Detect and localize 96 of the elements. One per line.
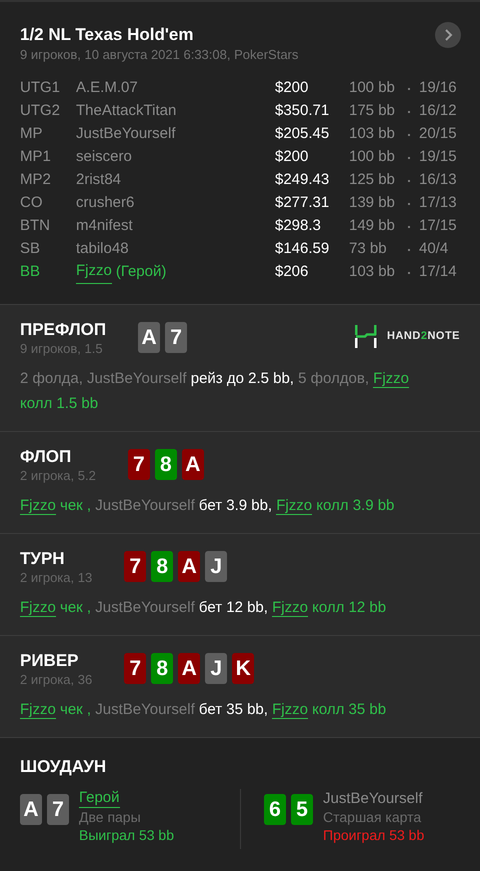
playing-card: 8 <box>151 551 174 582</box>
next-button[interactable] <box>435 22 461 48</box>
player-stats: 16/13 <box>419 170 457 190</box>
player-stats: 17/14 <box>419 262 457 282</box>
playing-card: 7 <box>124 653 146 684</box>
action-summary: Fjzzo чек , JustBeYourself бет 35 bb, Fjzzo колл 35 bb <box>20 700 388 721</box>
street-title: ПРЕФЛОП <box>20 320 106 340</box>
player-name: 2rist84 <box>76 170 122 190</box>
street-subtitle: 2 игрока, 36 <box>20 671 92 688</box>
playing-card: 7 <box>47 794 69 825</box>
position-label: SB <box>20 239 42 260</box>
stack-amount: $277.31 <box>275 193 330 214</box>
stack-bb: 125 bb <box>349 170 396 190</box>
playing-card: 7 <box>165 322 188 353</box>
player-stats: 20/15 <box>419 124 457 144</box>
stack-amount: $200 <box>275 147 310 168</box>
result-text: Проиграл 53 bb <box>323 826 424 844</box>
action-summary: 2 фолда, JustBeYourself рейз до 2.5 bb, 5 фолдов, Fjzzo колл 1.5 bb <box>20 369 410 414</box>
showdown-title: ШОУДАУН <box>20 757 108 777</box>
player-link[interactable]: Fjzzo <box>20 599 56 617</box>
player-link[interactable]: Fjzzo <box>20 701 56 719</box>
playing-card: 8 <box>154 449 177 480</box>
action-summary: Fjzzo чек , JustBeYourself бет 3.9 bb, Fjzzo колл 3.9 bb <box>20 496 396 517</box>
stack-bb: 103 bb <box>349 124 396 144</box>
logo-icon <box>355 325 378 348</box>
position-label: MP <box>20 124 44 144</box>
player-link[interactable]: Fjzzo <box>272 701 308 719</box>
stack-bb: 100 bb <box>349 147 396 168</box>
stack-amount: $206 <box>275 262 310 282</box>
chevron-right-icon <box>443 29 453 41</box>
street-title: ФЛОП <box>20 447 72 467</box>
player-stats: 16/12 <box>419 101 457 122</box>
player-name: JustBeYourself <box>76 124 176 144</box>
stack-amount: $249.43 <box>275 170 330 190</box>
street-title: РИВЕР <box>20 651 80 671</box>
stack-bb: 175 bb <box>349 101 396 122</box>
playing-card: J <box>205 653 228 684</box>
result-text: Выиграл 53 bb <box>79 826 174 844</box>
hero-tag: (Герой) <box>116 261 166 284</box>
stack-amount: $146.59 <box>275 239 330 260</box>
player-name: m4nifest <box>76 216 133 236</box>
player-link[interactable]: Fjzzo <box>276 497 312 515</box>
street-subtitle: 9 игроков, 1.5 <box>20 340 104 357</box>
position-label: MP1 <box>20 147 52 168</box>
stack-amount: $200 <box>275 78 310 98</box>
player-name: TheAttackTitan <box>76 101 176 122</box>
position-label: MP2 <box>20 170 52 190</box>
playing-card: 7 <box>124 551 146 582</box>
position-label: BTN <box>20 216 51 236</box>
street-title: ТУРН <box>20 549 66 569</box>
playing-card: 5 <box>291 794 313 825</box>
player-link[interactable]: Fjzzo <box>272 599 308 617</box>
player-stats: 19/16 <box>419 78 457 98</box>
position-label: BB <box>20 262 42 282</box>
player-link[interactable]: Fjzzo <box>373 370 410 388</box>
player-name: seiscero <box>76 147 132 168</box>
position-label: UTG2 <box>20 101 62 122</box>
playing-card: A <box>138 322 160 353</box>
playing-card: 7 <box>128 449 150 480</box>
playing-card: A <box>20 794 42 825</box>
playing-card: J <box>205 551 228 582</box>
player-stats: 17/13 <box>419 193 457 214</box>
position-label: UTG1 <box>20 78 62 98</box>
player-stats: 17/15 <box>419 216 457 236</box>
player-link[interactable]: Fjzzo <box>20 497 56 515</box>
hand-rank: Старшая карта <box>323 808 422 826</box>
playing-card: A <box>182 449 204 480</box>
stack-bb: 103 bb <box>349 262 396 282</box>
stack-amount: $205.45 <box>275 124 330 144</box>
player-link[interactable]: Fjzzo <box>76 261 112 284</box>
player-name: A.E.M.07 <box>76 78 138 98</box>
stack-bb: 139 bb <box>349 193 396 214</box>
player-stats: 19/15 <box>419 147 457 168</box>
stack-amount: $350.71 <box>275 101 330 122</box>
street-subtitle: 2 игрока, 13 <box>20 569 92 586</box>
playing-card: A <box>178 551 200 582</box>
hand-title: 1/2 NL Texas Hold'em <box>20 24 194 46</box>
playing-card: 6 <box>264 794 286 825</box>
player-name: JustBeYourself <box>323 789 423 808</box>
stack-bb: 73 bb <box>349 239 388 260</box>
player-stats: 40/4 <box>419 239 448 260</box>
stack-amount: $298.3 <box>275 216 322 236</box>
player-name: tabilo48 <box>76 239 129 260</box>
playing-card: K <box>232 653 254 684</box>
stack-bb: 100 bb <box>349 78 396 98</box>
action-summary: Fjzzo чек , JustBeYourself бет 12 bb, Fjzzo колл 12 bb <box>20 598 388 619</box>
stack-bb: 149 bb <box>349 216 396 236</box>
logo-text: HAND2NOTE <box>387 329 460 344</box>
hand-subtitle: 9 игроков, 10 августа 2021 6:33:08, PokerStars <box>20 46 298 64</box>
player-name: crusher6 <box>76 193 134 214</box>
player-link[interactable]: Герой <box>79 789 120 808</box>
position-label: CO <box>20 193 44 214</box>
hand-rank: Две пары <box>79 808 142 826</box>
playing-card: A <box>178 653 200 684</box>
playing-card: 8 <box>151 653 174 684</box>
street-subtitle: 2 игрока, 5.2 <box>20 467 96 484</box>
